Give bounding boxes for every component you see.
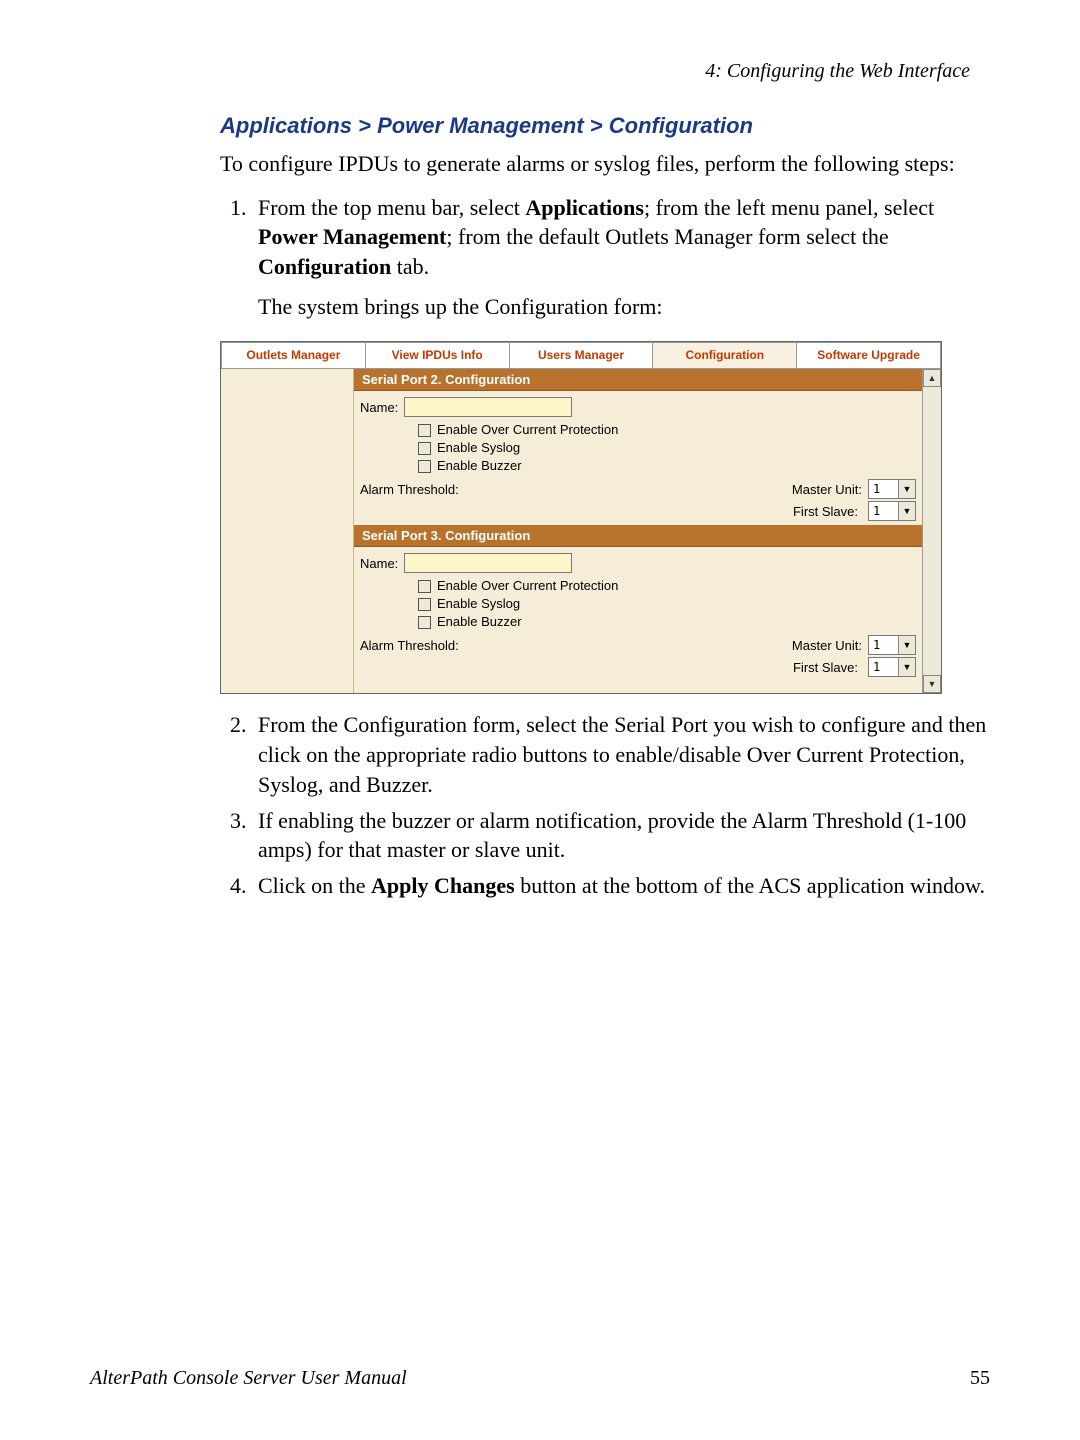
footer-manual-title: AlterPath Console Server User Manual xyxy=(90,1367,407,1390)
scroll-up-button[interactable]: ▲ xyxy=(923,369,941,387)
port3-first-slave-value: 1 xyxy=(869,660,898,674)
step-1-text-a: From the top menu bar, select xyxy=(258,195,525,220)
chevron-down-icon: ▼ xyxy=(898,636,915,654)
port3-master-unit-select[interactable]: 1 ▼ xyxy=(868,635,916,655)
port2-buzzer-label: Enable Buzzer xyxy=(437,457,522,475)
chevron-down-icon: ▼ xyxy=(898,658,915,676)
chevron-down-icon: ▼ xyxy=(898,502,915,520)
port3-first-slave-label: First Slave: xyxy=(644,660,862,675)
port3-first-slave-select[interactable]: 1 ▼ xyxy=(868,657,916,677)
step-4-bold-apply: Apply Changes xyxy=(371,873,515,898)
step-2: From the Configuration form, select the … xyxy=(252,710,990,799)
tab-software-upgrade[interactable]: Software Upgrade xyxy=(797,342,941,368)
port3-alarm-threshold-label: Alarm Threshold: xyxy=(360,638,484,653)
step-4: Click on the Apply Changes button at the… xyxy=(252,871,990,901)
port3-name-input[interactable] xyxy=(404,553,572,573)
port2-name-label: Name: xyxy=(360,400,398,415)
steps-list-continued: From the Configuration form, select the … xyxy=(90,710,990,900)
step-3: If enabling the buzzer or alarm notifica… xyxy=(252,806,990,865)
port3-syslog-label: Enable Syslog xyxy=(437,595,520,613)
port3-name-label: Name: xyxy=(360,556,398,571)
port2-master-unit-select[interactable]: 1 ▼ xyxy=(868,479,916,499)
port3-checkbox-buzzer[interactable] xyxy=(418,616,431,629)
port2-checkbox-syslog[interactable] xyxy=(418,442,431,455)
vertical-scrollbar[interactable]: ▲ ▼ xyxy=(922,369,941,693)
port3-header: Serial Port 3. Configuration xyxy=(354,525,922,547)
chevron-down-icon: ▼ xyxy=(898,480,915,498)
port2-first-slave-select[interactable]: 1 ▼ xyxy=(868,501,916,521)
configuration-form-screenshot: Outlets Manager View IPDUs Info Users Ma… xyxy=(220,341,942,694)
port2-first-slave-value: 1 xyxy=(869,504,898,518)
scroll-track[interactable] xyxy=(923,387,941,675)
step-1-bold-config: Configuration xyxy=(258,254,391,279)
port2-name-input[interactable] xyxy=(404,397,572,417)
port2-header: Serial Port 2. Configuration xyxy=(354,369,922,391)
port2-checkbox-buzzer[interactable] xyxy=(418,460,431,473)
footer-page-number: 55 xyxy=(970,1367,990,1390)
step-1-bold-powermgmt: Power Management xyxy=(258,224,446,249)
step-1-bold-applications: Applications xyxy=(525,195,644,220)
step-1-text-c: ; from the left menu panel, select xyxy=(644,195,934,220)
section-heading: Applications > Power Management > Config… xyxy=(90,113,990,139)
port3-master-unit-label: Master Unit: xyxy=(772,638,862,653)
scroll-down-button[interactable]: ▼ xyxy=(923,675,941,693)
port3-checkbox-syslog[interactable] xyxy=(418,598,431,611)
port2-first-slave-label: First Slave: xyxy=(644,504,862,519)
step-1: From the top menu bar, select Applicatio… xyxy=(252,193,990,322)
port2-master-unit-value: 1 xyxy=(869,482,898,496)
tab-configuration[interactable]: Configuration xyxy=(653,342,797,368)
port2-overcurrent-label: Enable Over Current Protection xyxy=(437,421,618,439)
port2-checkbox-overcurrent[interactable] xyxy=(418,424,431,437)
port3-buzzer-label: Enable Buzzer xyxy=(437,613,522,631)
port2-alarm-threshold-label: Alarm Threshold: xyxy=(360,482,484,497)
left-margin-panel xyxy=(221,369,354,693)
intro-paragraph: To configure IPDUs to generate alarms or… xyxy=(90,149,990,179)
port2-master-unit-label: Master Unit: xyxy=(772,482,862,497)
step-4-text-a: Click on the xyxy=(258,873,371,898)
form-scroll-area: Serial Port 2. Configuration Name: Enabl… xyxy=(354,369,922,693)
step-1-text-g: tab. xyxy=(391,254,429,279)
port3-checkbox-overcurrent[interactable] xyxy=(418,580,431,593)
port3-overcurrent-label: Enable Over Current Protection xyxy=(437,577,618,595)
step-1-subtext: The system brings up the Configuration f… xyxy=(258,292,990,322)
step-4-text-c: button at the bottom of the ACS applicat… xyxy=(515,873,985,898)
tab-users-manager[interactable]: Users Manager xyxy=(510,342,654,368)
step-1-text-e: ; from the default Outlets Manager form … xyxy=(446,224,888,249)
port3-master-unit-value: 1 xyxy=(869,638,898,652)
running-header: 4: Configuring the Web Interface xyxy=(90,60,970,83)
port2-syslog-label: Enable Syslog xyxy=(437,439,520,457)
tab-view-ipdus-info[interactable]: View IPDUs Info xyxy=(366,342,510,368)
tab-outlets-manager[interactable]: Outlets Manager xyxy=(221,342,366,368)
steps-list: From the top menu bar, select Applicatio… xyxy=(90,193,990,322)
tab-bar: Outlets Manager View IPDUs Info Users Ma… xyxy=(221,342,941,368)
